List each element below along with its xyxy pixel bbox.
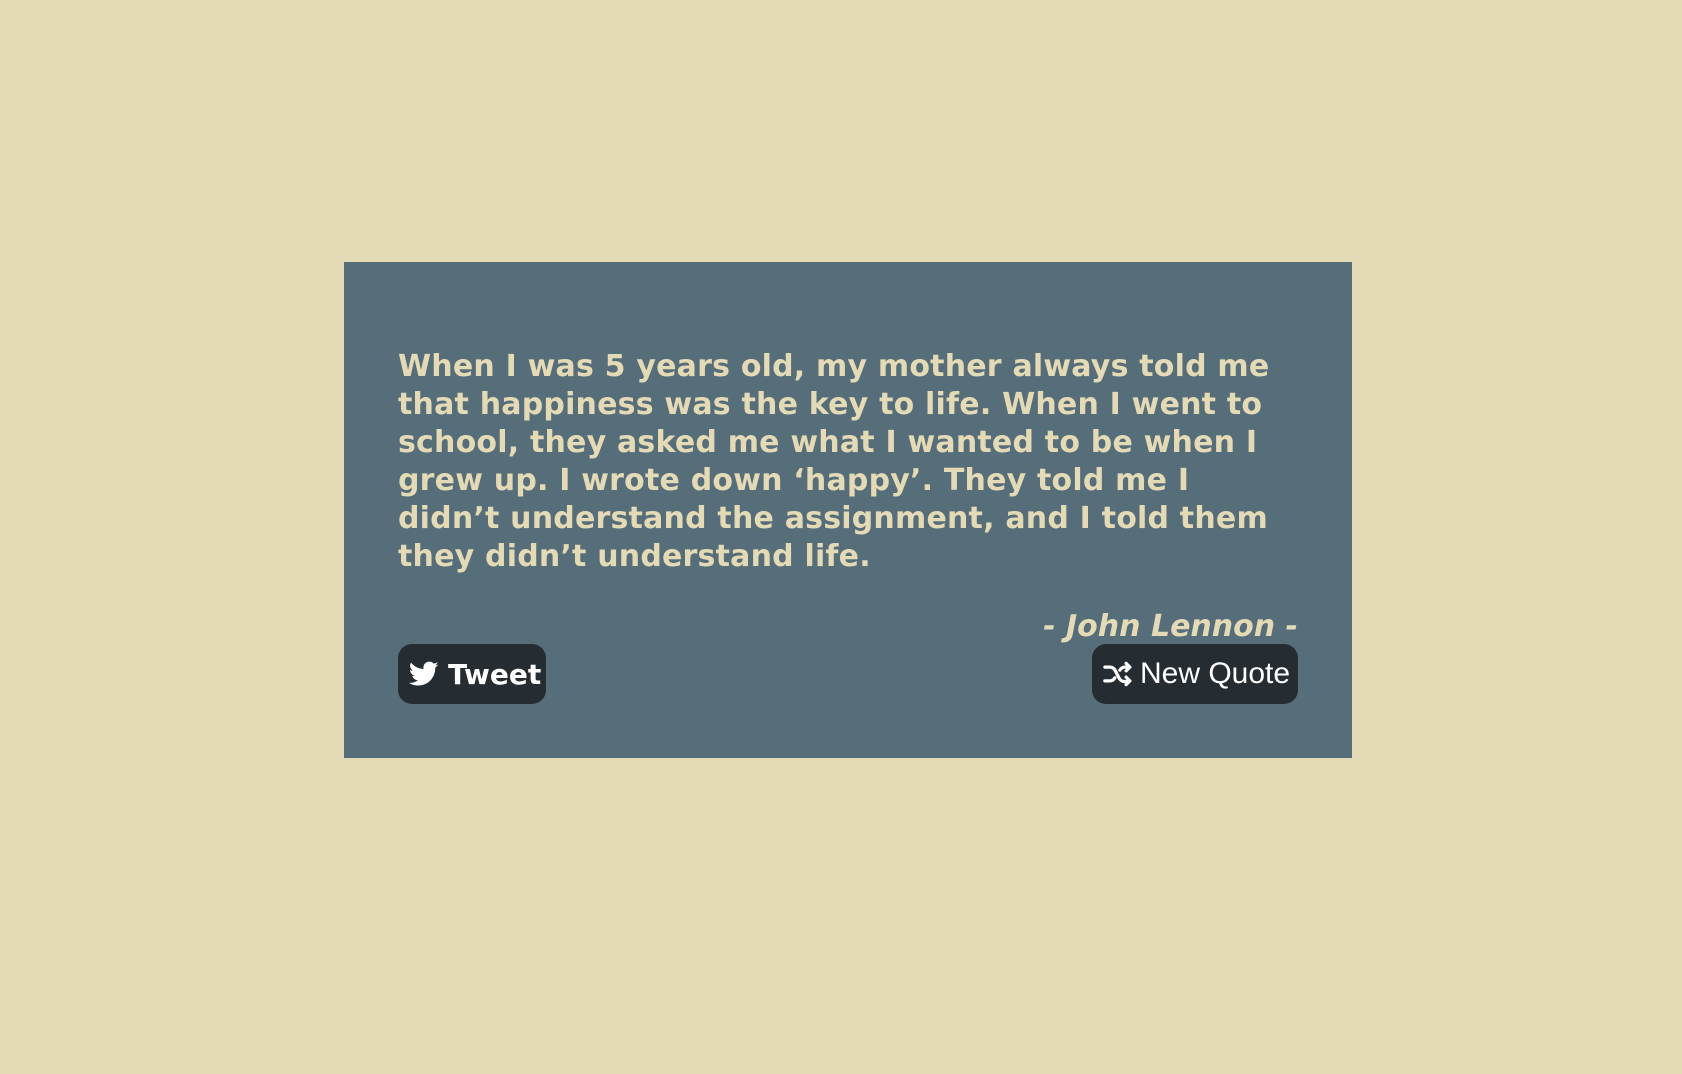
twitter-icon [409, 661, 439, 687]
button-row: Tweet New Quote [398, 644, 1298, 704]
quote-text: When I was 5 years old, my mother always… [398, 349, 1270, 574]
new-quote-button[interactable]: New Quote [1092, 644, 1298, 704]
quote-box: When I was 5 years old, my mother always… [344, 262, 1352, 758]
shuffle-icon [1103, 661, 1133, 687]
quote-author: - John Lennon - [1043, 609, 1298, 644]
tweet-button[interactable]: Tweet [398, 644, 546, 704]
tweet-button-label: Tweet [448, 657, 542, 691]
new-quote-button-label: New Quote [1140, 657, 1291, 690]
